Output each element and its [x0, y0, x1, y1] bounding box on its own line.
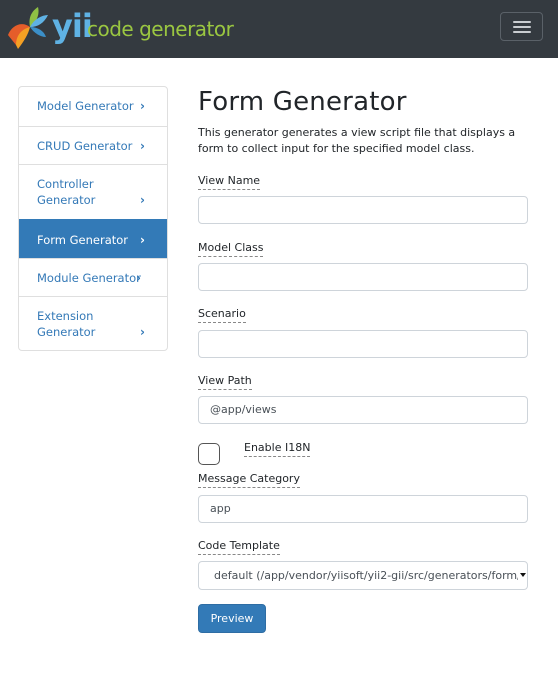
navbar-toggle-button[interactable] — [500, 12, 543, 41]
hamburger-icon — [513, 26, 531, 28]
generator-sidebar: Model Generator › CRUD Generator › Contr… — [18, 86, 168, 351]
sidebar-item-label-line2: Generator — [37, 193, 96, 207]
sidebar-item-label: CRUD Generator — [37, 139, 133, 153]
sidebar-item-label-line2: Generator — [37, 325, 96, 339]
sidebar-item-label: Form Generator — [37, 233, 129, 247]
sidebar-item-module-generator[interactable]: Module Generator › — [19, 258, 167, 296]
sidebar-item-form-generator[interactable]: Form Generator › — [19, 219, 167, 258]
scenario-label: Scenario — [198, 307, 246, 323]
chevron-right-icon: › — [136, 271, 141, 285]
message-category-input[interactable]: app — [198, 495, 528, 523]
message-category-label: Message Category — [198, 472, 300, 488]
page-description: This generator generates a view script f… — [198, 126, 516, 155]
hamburger-icon — [513, 31, 531, 33]
top-navbar: yii code generator — [0, 0, 558, 58]
view-name-input[interactable] — [198, 196, 528, 224]
chevron-right-icon: › — [140, 139, 145, 153]
preview-button[interactable]: Preview — [198, 604, 266, 633]
sidebar-item-model-generator[interactable]: Model Generator › — [19, 87, 167, 126]
enable-i18n-label[interactable]: Enable I18N — [244, 441, 311, 457]
model-class-label: Model Class — [198, 241, 264, 257]
scenario-input[interactable] — [198, 330, 528, 358]
chevron-right-icon: › — [140, 233, 145, 247]
model-class-input[interactable] — [198, 263, 528, 291]
sidebar-item-label-line1: Controller — [37, 177, 94, 191]
sidebar-item-label: Module Generator — [37, 271, 141, 285]
page-title: Form Generator — [198, 87, 407, 117]
sidebar-item-label: Model Generator — [37, 99, 134, 113]
enable-i18n-checkbox[interactable] — [198, 443, 220, 465]
yii-logo-icon[interactable] — [4, 5, 52, 49]
brand-yii-text[interactable]: yii — [52, 6, 93, 46]
sidebar-item-label-line1: Extension — [37, 309, 94, 323]
chevron-right-icon: › — [140, 99, 145, 113]
view-name-label: View Name — [198, 174, 261, 190]
sidebar-item-controller-generator[interactable]: Controller Generator › — [19, 164, 167, 219]
sidebar-item-crud-generator[interactable]: CRUD Generator › — [19, 126, 167, 164]
code-template-selected-value: default (/app/vendor/yiisoft/yii2-gii/sr… — [214, 569, 518, 582]
view-path-label: View Path — [198, 374, 252, 390]
sidebar-item-extension-generator[interactable]: Extension Generator › — [19, 296, 167, 350]
code-template-select[interactable]: default (/app/vendor/yiisoft/yii2-gii/sr… — [198, 561, 528, 590]
chevron-right-icon: › — [140, 193, 145, 207]
chevron-down-icon — [518, 565, 526, 587]
brand-code-generator-text[interactable]: code generator — [87, 16, 234, 42]
code-template-label: Code Template — [198, 539, 280, 555]
view-path-input[interactable]: @app/views — [198, 396, 528, 424]
hamburger-icon — [513, 21, 531, 23]
chevron-right-icon: › — [140, 325, 145, 339]
